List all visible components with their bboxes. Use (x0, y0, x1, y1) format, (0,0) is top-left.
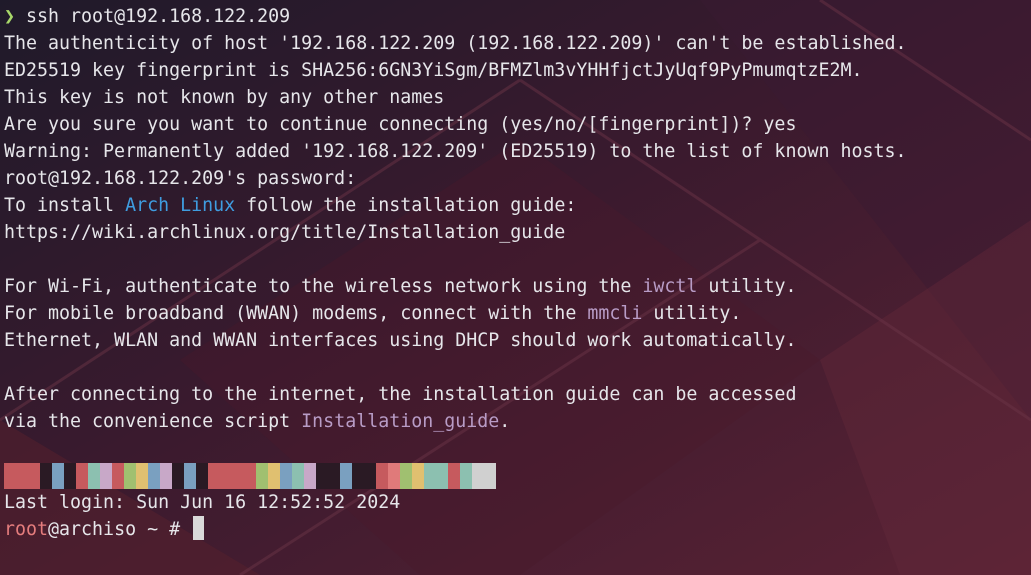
color-swatch (4, 462, 16, 489)
color-swatch (76, 462, 88, 489)
output-install: To install Arch Linux follow the install… (4, 192, 1031, 219)
color-swatch (232, 462, 244, 489)
color-swatch (244, 462, 256, 489)
color-palette-bar (4, 462, 1031, 489)
install-text: To install (4, 195, 126, 216)
color-swatch (148, 462, 160, 489)
arch-linux-link: Arch Linux (125, 195, 236, 216)
color-swatch (112, 462, 124, 489)
shell-prompt[interactable]: root@archiso ~ # (4, 516, 1031, 543)
color-swatch (184, 462, 196, 489)
output-warning: Warning: Permanently added '192.168.122.… (4, 141, 907, 162)
terminal-window[interactable]: ❯ ssh root@192.168.122.209 The authentic… (0, 0, 1031, 575)
color-swatch (448, 462, 460, 489)
install-text-post: follow the installation guide: (235, 195, 577, 216)
after-text: via the convenience script (4, 411, 302, 432)
ssh-command: ssh root@192.168.122.209 (15, 6, 291, 27)
color-swatch (424, 462, 436, 489)
color-swatch (304, 462, 316, 489)
color-swatch (268, 462, 280, 489)
color-swatch (460, 462, 472, 489)
color-swatch (124, 462, 136, 489)
color-swatch (196, 462, 208, 489)
output-wifi: For Wi-Fi, authenticate to the wireless … (4, 273, 1031, 300)
color-swatch (40, 462, 52, 489)
output-last-login: Last login: Sun Jun 16 12:52:52 2024 (4, 492, 401, 513)
color-swatch (328, 462, 340, 489)
color-swatch (220, 462, 232, 489)
wwan-text: For mobile broadband (WWAN) modems, conn… (4, 303, 588, 324)
color-swatch (52, 462, 64, 489)
color-swatch (388, 462, 400, 489)
iwctl-tool: iwctl (642, 276, 698, 297)
text-cursor (193, 516, 205, 540)
color-swatch (280, 462, 292, 489)
color-swatch (472, 462, 484, 489)
color-swatch (316, 462, 328, 489)
color-swatch (208, 462, 220, 489)
color-swatch (16, 462, 28, 489)
command-line: ❯ ssh root@192.168.122.209 (4, 3, 1031, 30)
color-swatch (352, 462, 364, 489)
output-fingerprint: ED25519 key fingerprint is SHA256:6GN3Yi… (4, 60, 863, 81)
output-after-2: via the convenience script Installation_… (4, 408, 1031, 435)
color-swatch (88, 462, 100, 489)
color-swatch (400, 462, 412, 489)
color-swatch (172, 462, 184, 489)
color-swatch (136, 462, 148, 489)
prompt-user: root (4, 519, 49, 540)
prompt-arrow-icon: ❯ (4, 6, 16, 27)
output-continue-question: Are you sure you want to continue connec… (4, 114, 797, 135)
color-swatch (160, 462, 172, 489)
mmcli-tool: mmcli (587, 303, 643, 324)
color-swatch (340, 462, 352, 489)
color-swatch (412, 462, 424, 489)
output-after-1: After connecting to the internet, the in… (4, 384, 797, 405)
wifi-text: For Wi-Fi, authenticate to the wireless … (4, 276, 643, 297)
output-authenticity: The authenticity of host '192.168.122.20… (4, 33, 907, 54)
installation-guide-script: Installation_guide (301, 411, 500, 432)
wwan-text-post: utility. (642, 303, 742, 324)
color-swatch (484, 462, 496, 489)
wifi-text-post: utility. (697, 276, 797, 297)
color-swatch (436, 462, 448, 489)
color-swatch (364, 462, 376, 489)
output-not-known: This key is not known by any other names (4, 87, 445, 108)
color-swatch (64, 462, 76, 489)
output-wwan: For mobile broadband (WWAN) modems, conn… (4, 300, 1031, 327)
output-wiki-url: https://wiki.archlinux.org/title/Install… (4, 222, 566, 243)
after-text-post: . (499, 411, 511, 432)
prompt-host: @archiso ~ # (48, 519, 192, 540)
color-swatch (256, 462, 268, 489)
color-swatch (28, 462, 40, 489)
output-ethernet: Ethernet, WLAN and WWAN interfaces using… (4, 330, 797, 351)
output-password-prompt: root@192.168.122.209's password: (4, 168, 357, 189)
color-swatch (292, 462, 304, 489)
color-swatch (376, 462, 388, 489)
color-swatch (100, 462, 112, 489)
